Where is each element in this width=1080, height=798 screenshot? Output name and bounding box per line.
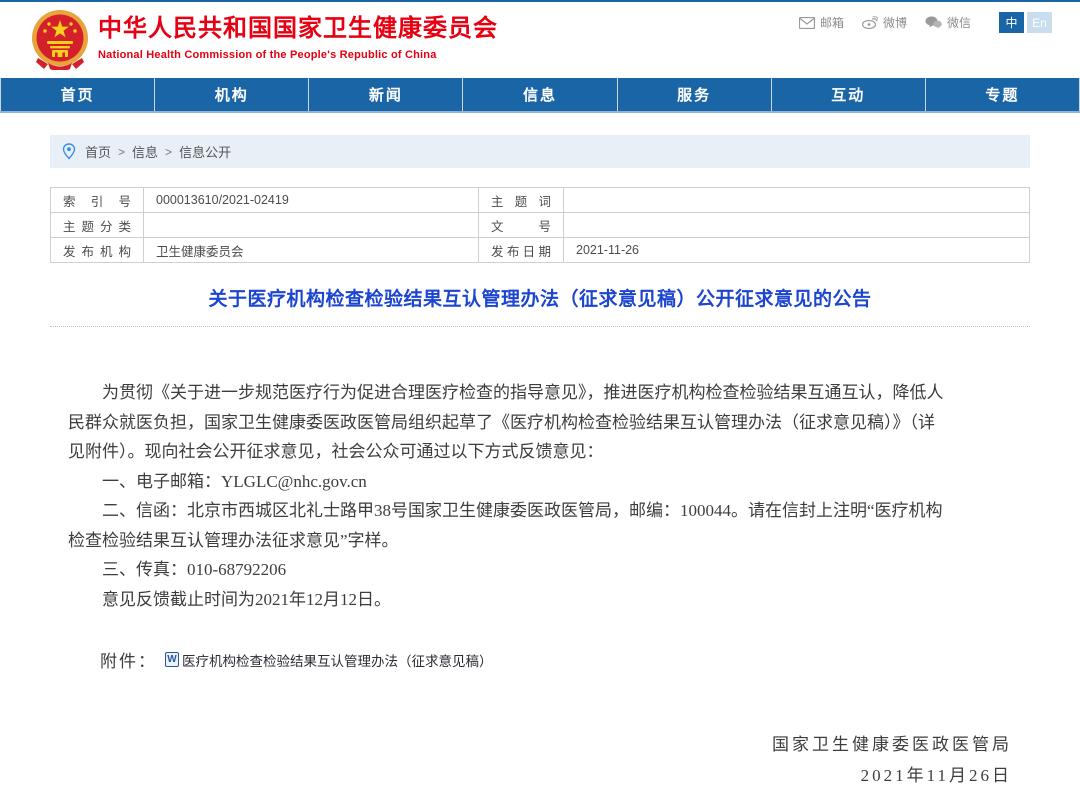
nav-item-home[interactable]: 首页 (0, 78, 154, 111)
wechat-link[interactable]: 微信 (925, 14, 971, 31)
breadcrumb-separator: > (118, 145, 125, 159)
meta-label-subject: 主题词 (479, 188, 564, 213)
meta-value-index-no: 000013610/2021-02419 (144, 188, 479, 213)
wechat-icon (925, 16, 942, 29)
nav-item-topics[interactable]: 专题 (925, 78, 1080, 111)
word-doc-icon: W (165, 652, 179, 667)
breadcrumb: 首页 > 信息 > 信息公开 (50, 135, 1030, 168)
table-row: 索引号 000013610/2021-02419 主题词 (51, 188, 1030, 213)
lang-zh-button[interactable]: 中 (999, 12, 1024, 33)
wechat-label: 微信 (947, 14, 971, 31)
breadcrumb-info-disclosure[interactable]: 信息公开 (179, 142, 231, 161)
nav-item-services[interactable]: 服务 (617, 78, 771, 111)
signature-block: 国家卫生健康委医政医管局 2021年11月26日 (68, 729, 1012, 791)
meta-label-pub-date: 发布日期 (479, 238, 564, 263)
weibo-label: 微博 (883, 14, 907, 31)
attachment-label: 附件： (100, 647, 157, 672)
article-line: 为贯彻《关于进一步规范医疗行为促进合理医疗检查的指导意见》，推进医疗机构检查检验… (68, 378, 1012, 408)
table-row: 主题分类 文号 (51, 213, 1030, 238)
article-line-fax: 三、传真：010-68792206 (68, 555, 1012, 585)
weibo-icon (862, 16, 878, 29)
article-line-email: 一、电子邮箱：YLGLC@nhc.gov.cn (68, 467, 1012, 497)
article-line: 见附件）。现向社会公开征求意见，社会公众可通过以下方式反馈意见： (68, 437, 1012, 467)
article-line: 民群众就医负担，国家卫生健康委医政医管局组织起草了《医疗机构检查检验结果互认管理… (68, 408, 1012, 438)
header-quick-links: 邮箱 微博 微信 中 En (799, 12, 1052, 33)
breadcrumb-home[interactable]: 首页 (85, 142, 111, 161)
meta-value-subject (564, 188, 1030, 213)
language-toggle: 中 En (999, 12, 1052, 33)
signature-date: 2021年11月26日 (68, 760, 1012, 791)
page-title: 关于医疗机构检查检验结果互认管理办法（征求意见稿）公开征求意见的公告 (50, 284, 1030, 311)
nav-item-interact[interactable]: 互动 (771, 78, 925, 111)
nav-item-news[interactable]: 新闻 (308, 78, 462, 111)
signature-department: 国家卫生健康委医政医管局 (68, 729, 1012, 760)
site-subtitle: National Health Commission of the People… (98, 49, 498, 61)
article-line: 检查检验结果互认管理办法征求意见”字样。 (68, 526, 1012, 556)
breadcrumb-separator: > (165, 145, 172, 159)
site-brand: 中华人民共和国国家卫生健康委员会 National Health Commiss… (98, 14, 498, 61)
title-divider (50, 326, 1030, 327)
attachment-link[interactable]: 医疗机构检查检验结果互认管理办法（征求意见稿） (182, 650, 493, 670)
nav-item-info[interactable]: 信息 (462, 78, 616, 111)
document-meta-table: 索引号 000013610/2021-02419 主题词 主题分类 文号 发布机… (50, 187, 1030, 263)
meta-label-issuer: 发布机构 (51, 238, 144, 263)
table-row: 发布机构 卫生健康委员会 发布日期 2021-11-26 (51, 238, 1030, 263)
mail-link[interactable]: 邮箱 (799, 14, 844, 31)
article-line: 二、信函：北京市西城区北礼士路甲38号国家卫生健康委医政医管局，邮编：10004… (68, 496, 1012, 526)
main-nav: 首页 机构 新闻 信息 服务 互动 专题 (0, 78, 1080, 113)
location-pin-icon (62, 143, 76, 160)
meta-value-category (144, 213, 479, 238)
article-line-deadline: 意见反馈截止时间为2021年12月12日。 (68, 585, 1012, 615)
breadcrumb-info[interactable]: 信息 (132, 142, 158, 161)
meta-value-pub-date: 2021-11-26 (564, 238, 1030, 263)
meta-label-index-no: 索引号 (51, 188, 144, 213)
meta-label-category: 主题分类 (51, 213, 144, 238)
lang-en-button[interactable]: En (1027, 12, 1052, 33)
nav-item-orgs[interactable]: 机构 (154, 78, 308, 111)
meta-value-issuer: 卫生健康委员会 (144, 238, 479, 263)
national-emblem-logo (30, 8, 90, 70)
disclosure-footnote: （信息公开形式：主动公开） (68, 794, 1012, 798)
site-title: 中华人民共和国国家卫生健康委员会 (98, 14, 498, 44)
mail-label: 邮箱 (820, 14, 844, 31)
page-content: 首页 > 信息 > 信息公开 索引号 000013610/2021-02419 … (50, 135, 1030, 798)
mail-icon (799, 17, 815, 29)
article-body: 为贯彻《关于进一步规范医疗行为促进合理医疗检查的指导意见》，推进医疗机构检查检验… (68, 378, 1012, 614)
attachment-row: 附件： W 医疗机构检查检验结果互认管理办法（征求意见稿） (68, 647, 1012, 672)
meta-label-doc-no: 文号 (479, 213, 564, 238)
meta-value-doc-no (564, 213, 1030, 238)
site-header: 中华人民共和国国家卫生健康委员会 National Health Commiss… (0, 2, 1080, 78)
weibo-link[interactable]: 微博 (862, 14, 907, 31)
